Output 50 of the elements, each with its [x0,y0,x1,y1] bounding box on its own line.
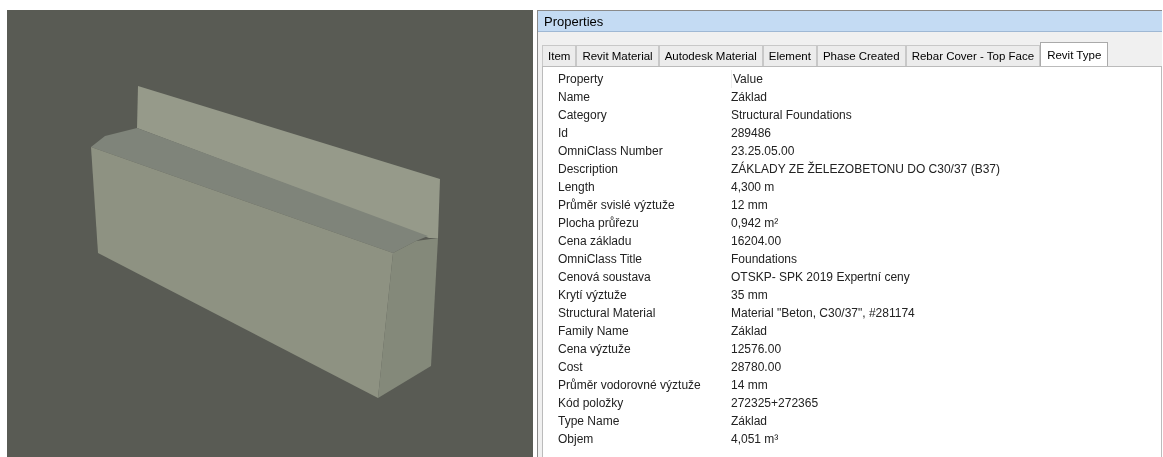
column-header[interactable]: Property [558,70,732,88]
tab[interactable]: Item [542,45,577,66]
table-cell-text: Kód položky [558,396,625,410]
table-cell-text: Category [558,108,608,122]
table-cell: Základ [731,90,768,104]
table-cell-text: Name [558,90,591,104]
table-cell-text: Cena základu [558,234,633,248]
tab[interactable]: Rebar Cover - Top Face [905,45,1041,66]
tab[interactable]: Revit Type [1040,42,1109,66]
tab[interactable]: Autodesk Material [658,45,763,66]
table-cell-text: Family Name [558,324,630,338]
table-cell-text: Type Name [558,414,621,428]
table-cell: 16204.00 [731,234,782,248]
table-cell-text: Structural Material [558,306,657,320]
table-cell: Structural Foundations [731,108,852,122]
table-cell: 0,942 m² [731,216,779,230]
table-cell: OTSKP- SPK 2019 Expertní ceny [731,270,910,284]
table-cell-text: Cenová soustava [558,270,652,284]
table-cell-text: Objem [558,432,595,446]
table-cell-text: OmniClass Number [558,144,664,158]
table-cell: Material "Beton, C30/37", #281174 [731,306,915,320]
table-cell-text: OmniClass Title [558,252,644,266]
table-cell: 28780.00 [731,360,782,374]
table-cell-text: Průměr vodorovné výztuže [558,378,702,392]
table-cell: 23.25.05.00 [731,144,795,158]
table-cell-text: Průměr svislé výztuže [558,198,676,212]
column-header[interactable]: Value [732,72,763,86]
table-cell: 4,051 m³ [731,432,779,446]
table-cell-text: Description [558,162,620,176]
panel-title: Properties [544,13,604,29]
table-cell: 4,300 m [731,180,775,194]
tab[interactable]: Element [762,45,817,66]
table-cell-text: Plocha průřezu [558,216,640,230]
table-cell-text: Cena výztuže [558,342,632,356]
table-cell-text: Krytí výztuže [558,288,628,302]
table-cell-text: Id [558,126,569,140]
table-cell: 272325+272365 [731,396,819,410]
tab[interactable]: Revit Material [576,45,659,66]
table-cell: Foundations [731,252,798,266]
table-cell: 12576.00 [731,342,782,356]
table-cell: ZÁKLADY ZE ŽELEZOBETONU DO C30/37 (B37) [731,162,1000,176]
table-cell: 12 mm [731,198,768,212]
table-cell-text: Cost [558,360,584,374]
table-cell: 14 mm [731,378,768,392]
tab[interactable]: Phase Created [816,45,906,66]
table-cell-text: Length [558,180,596,194]
table-cell: Základ [731,414,768,428]
table-cell: Základ [731,324,768,338]
table-cell: 289486 [731,126,772,140]
table-cell: 35 mm [731,288,768,302]
